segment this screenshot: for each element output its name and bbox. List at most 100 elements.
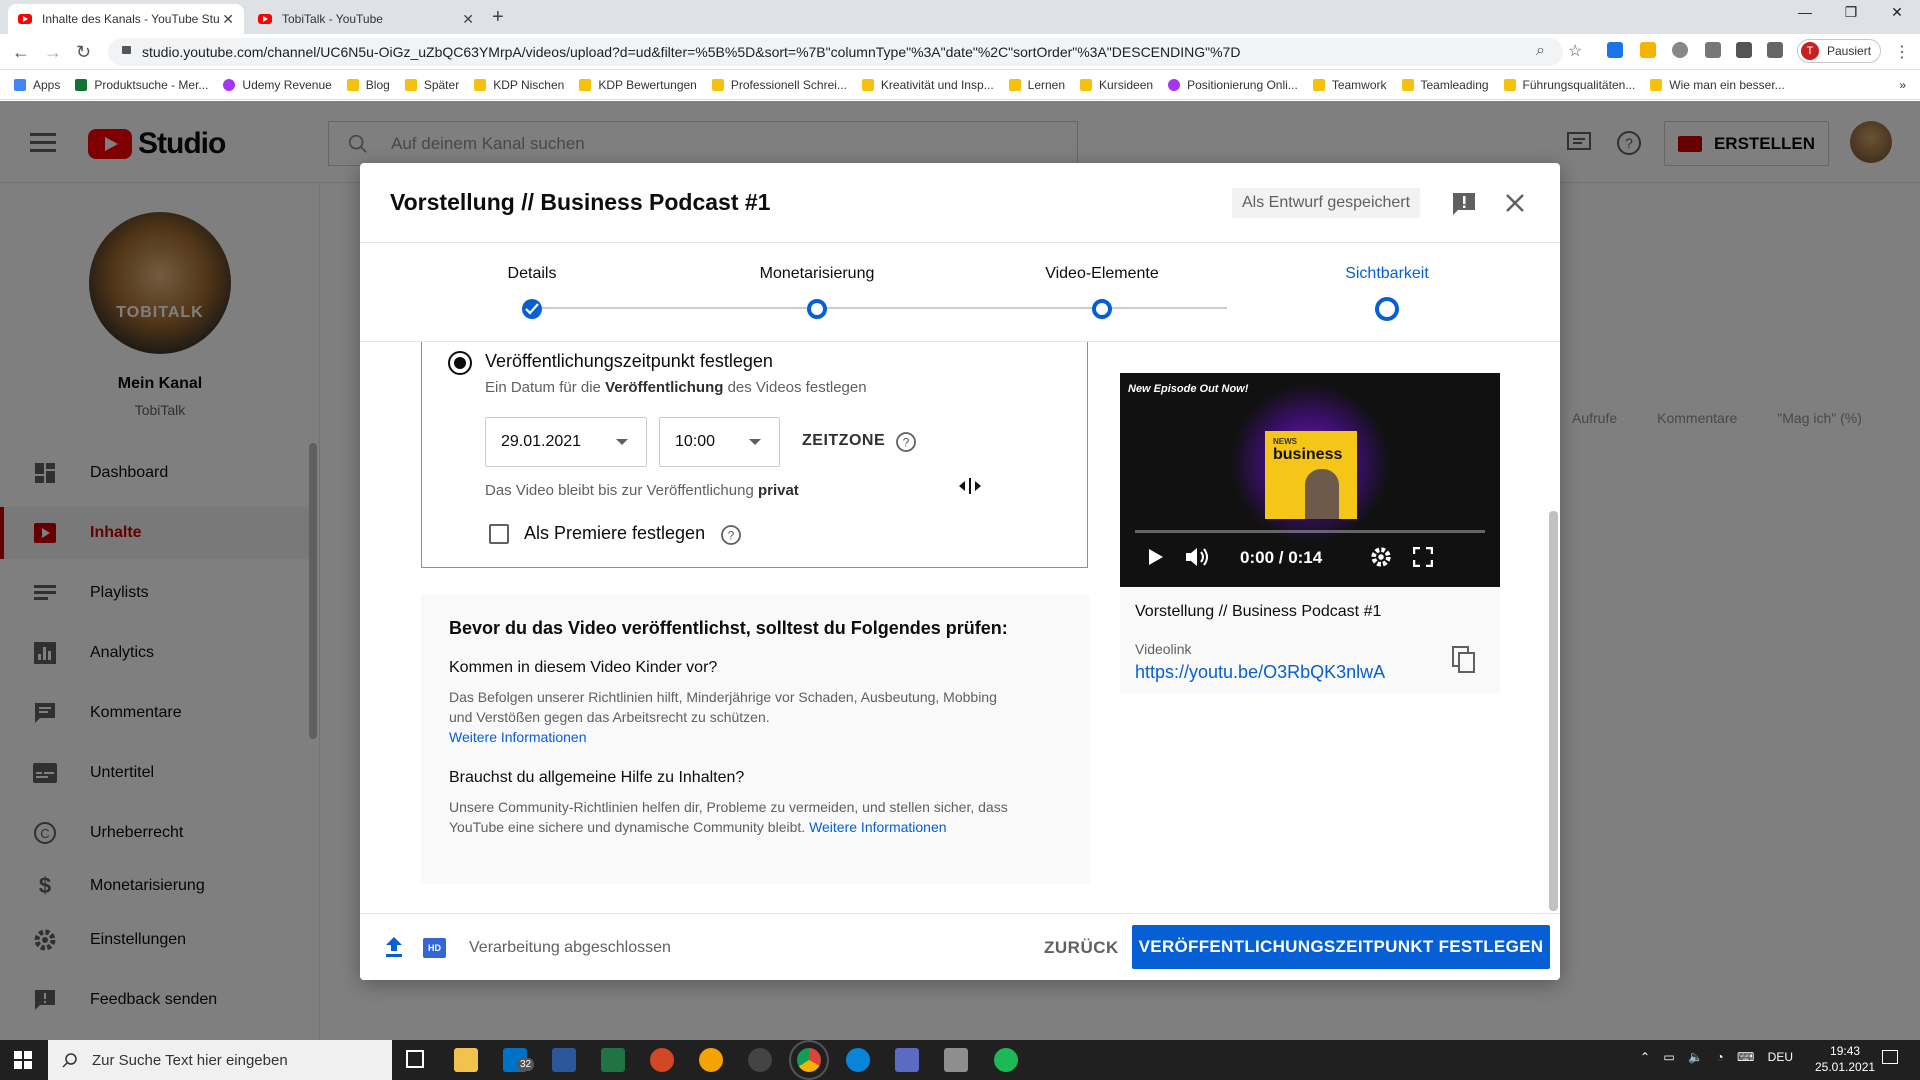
more-bookmarks-icon[interactable]: » [1899,78,1906,92]
help-icon[interactable]: ? [895,431,917,453]
windows-start-icon[interactable] [14,1051,32,1069]
restore-icon[interactable]: ❐ [1836,4,1866,21]
extensions-puzzle-icon[interactable] [1736,42,1752,58]
bookmark-apps[interactable]: Apps [14,78,60,92]
file-explorer-icon[interactable] [454,1048,478,1072]
timezone-label[interactable]: ZEITZONE [802,432,885,450]
bookmark-folder[interactable]: Lernen [1008,78,1065,92]
system-tray[interactable]: ⌃ ▭ 🔈 ◔ ⌨ DEU [1640,1050,1793,1064]
app-icon[interactable] [895,1048,919,1072]
step-monetization[interactable]: Monetarisierung [760,265,875,283]
video-progress-bar[interactable] [1135,530,1485,533]
video-link[interactable]: https://youtu.be/O3RbQK3nlwA [1135,662,1385,683]
play-icon[interactable] [1148,548,1164,566]
date-dropdown[interactable]: 29.01.2021 [485,417,647,467]
powerpoint-icon[interactable] [650,1048,674,1072]
bookmark-item[interactable]: Produktsuche - Mer... [75,78,208,92]
battery-icon[interactable]: ▭ [1663,1050,1674,1064]
back-arrow-icon[interactable]: ← [12,42,30,63]
upload-icon[interactable] [384,936,404,958]
reload-icon[interactable]: ↻ [76,42,91,63]
zoom-icon[interactable]: ⌕ [1536,42,1545,60]
step-details[interactable]: Details [508,265,557,283]
more-info-link[interactable]: Weitere Informationen [449,729,586,745]
tab-close-icon[interactable]: ✕ [462,11,474,28]
fullscreen-icon[interactable] [1413,547,1433,567]
step-dot[interactable] [807,299,827,319]
word-icon[interactable] [552,1048,576,1072]
bookmark-folder[interactable]: KDP Nischen [474,78,564,92]
url-text[interactable]: studio.youtube.com/channel/UC6N5u-OiGz_u… [142,44,1240,60]
extension-iq-icon[interactable] [1607,42,1623,58]
new-tab-button[interactable]: + [492,6,504,29]
time-dropdown[interactable]: 10:00 [659,417,780,467]
schedule-radio[interactable] [448,351,472,375]
volume-icon[interactable]: 🔈 [1688,1050,1703,1064]
obs-icon[interactable] [748,1048,772,1072]
back-button[interactable]: ZURÜCK [1044,938,1119,958]
bookmark-folder[interactable]: Wie man ein besser... [1650,78,1785,92]
help-icon[interactable]: ? [720,524,742,546]
premiere-checkbox[interactable] [489,524,509,544]
bookmark-folder[interactable]: Kursideen [1080,78,1153,92]
bookmark-folder[interactable]: Später [404,78,459,92]
language-indicator[interactable]: DEU [1768,1050,1793,1064]
processing-status: Verarbeitung abgeschlossen [469,939,671,956]
edge-icon[interactable] [846,1048,870,1072]
browser-menu-icon[interactable]: ⋮ [1894,42,1910,62]
bookmark-folder[interactable]: KDP Bewertungen [579,78,697,92]
app-icon[interactable] [699,1048,723,1072]
minimize-icon[interactable]: — [1790,4,1820,20]
step-dot[interactable] [1092,299,1112,319]
bookmark-folder[interactable]: Führungsqualitäten... [1503,78,1635,92]
taskbar-search[interactable]: Zur Suche Text hier eingeben [48,1040,392,1080]
close-icon[interactable] [1504,192,1526,214]
extension-icon[interactable] [1640,42,1656,58]
schedule-title[interactable]: Veröffentlichungszeitpunkt festlegen [485,351,773,372]
schedule-publish-button[interactable]: VERÖFFENTLICHUNGSZEITPUNKT FESTLEGEN [1132,925,1550,969]
spotify-icon[interactable] [994,1048,1018,1072]
extension-grid-icon[interactable] [1705,42,1721,58]
bookmark-folder[interactable]: Professionell Schrei... [711,78,847,92]
star-icon[interactable]: ☆ [1568,41,1582,61]
youtube-favicon-icon [18,14,32,24]
bookmark-item[interactable]: Udemy Revenue [223,78,332,92]
volume-icon[interactable] [1185,546,1211,568]
bookmark-folder[interactable]: Blog [346,78,390,92]
step-video-elements[interactable]: Video-Elemente [1045,265,1159,283]
taskbar-clock[interactable]: 19:43 25.01.2021 [1815,1043,1875,1075]
more-info-link[interactable]: Weitere Informationen [809,819,946,835]
dialog-scrollbar[interactable] [1549,511,1558,911]
bookmark-item[interactable]: Positionierung Onli... [1168,78,1298,92]
settings-gear-icon[interactable] [1370,546,1392,568]
browser-tab-active[interactable]: Inhalte des Kanals - YouTube Stu ✕ [8,4,244,34]
lock-icon[interactable] [122,46,131,54]
copy-icon[interactable] [1452,646,1476,674]
extension-globe-icon[interactable] [1672,42,1688,58]
bookmark-folder[interactable]: Teamwork [1312,78,1387,92]
checklist-question: Kommen in diesem Video Kinder vor? [449,659,718,676]
notifications-icon[interactable] [1882,1050,1898,1064]
step-dot-current[interactable] [1375,297,1399,321]
chrome-icon[interactable] [789,1040,829,1080]
bookmark-folder[interactable]: Teamleading [1401,78,1489,92]
app-icon[interactable] [944,1048,968,1072]
profile-button[interactable]: T Pausiert [1797,39,1881,63]
tab-close-icon[interactable]: ✕ [222,11,234,28]
browser-tab[interactable]: TobiTalk - YouTube ✕ [248,4,484,34]
task-view-icon[interactable] [406,1050,424,1068]
forward-arrow-icon[interactable]: → [44,42,62,63]
reading-list-icon[interactable] [1767,42,1783,58]
step-done-check-icon[interactable] [522,299,542,319]
report-issue-icon[interactable] [1452,192,1476,216]
folder-icon [1503,78,1516,91]
host-portrait [1305,469,1339,519]
keyboard-icon[interactable]: ⌨ [1737,1050,1754,1064]
premiere-label[interactable]: Als Premiere festlegen [524,523,705,544]
window-close-icon[interactable]: ✕ [1882,4,1912,21]
excel-icon[interactable] [601,1048,625,1072]
tray-up-icon[interactable]: ⌃ [1640,1050,1650,1064]
step-visibility[interactable]: Sichtbarkeit [1345,265,1429,283]
network-icon[interactable]: ◔ [1716,1050,1723,1064]
bookmark-folder[interactable]: Kreativität und Insp... [861,78,994,92]
